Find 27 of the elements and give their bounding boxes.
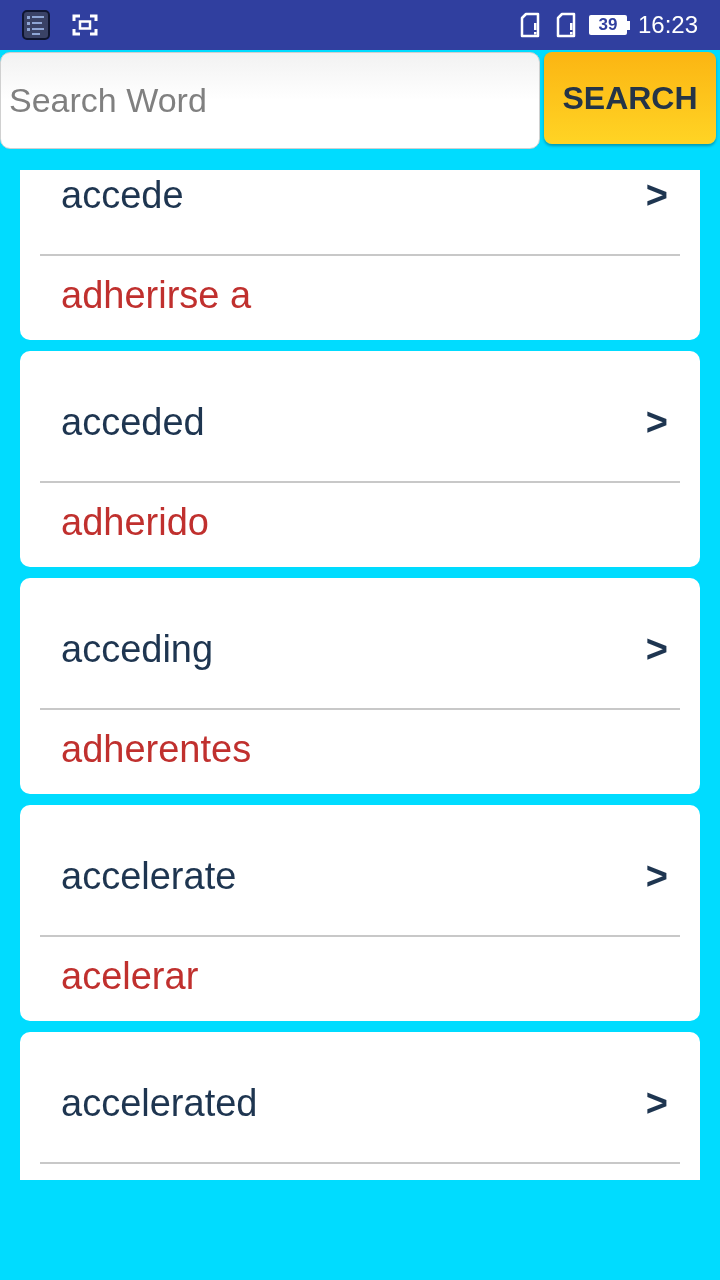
word-card[interactable]: acceded > adherido <box>20 351 700 567</box>
word-card[interactable]: acceding > adherentes <box>20 578 700 794</box>
sim-card-icon <box>518 12 541 38</box>
chevron: > <box>645 176 668 214</box>
english-word: accede <box>61 176 184 214</box>
english-word: accelerate <box>61 857 237 895</box>
chevron: > <box>645 403 668 441</box>
spanish-translation: adherentes <box>61 730 252 768</box>
sim-card-icon <box>554 12 577 38</box>
word-card[interactable]: accelerate > acelerar <box>20 805 700 1021</box>
chevron: > <box>645 857 668 895</box>
english-word: acceded <box>61 403 205 441</box>
english-word: acceding <box>61 630 214 668</box>
word-card[interactable]: accede > adherirse a <box>20 170 700 340</box>
search-button[interactable]: SEARCH <box>544 52 716 144</box>
word-card[interactable]: accelerated > <box>20 1032 700 1180</box>
clock-time: 16:23 <box>637 13 698 37</box>
spanish-translation: adherirse a <box>61 276 252 314</box>
chevron: > <box>645 630 668 668</box>
chevron: > <box>645 1084 668 1122</box>
search-field[interactable]: Search Word <box>0 52 540 149</box>
screenshot-icon <box>72 14 98 36</box>
notes-app-icon <box>22 10 50 40</box>
spanish-translation: acelerar <box>61 957 199 995</box>
battery-level: 39 <box>588 15 627 35</box>
spanish-translation: adherido <box>61 503 209 541</box>
english-word: accelerated <box>61 1084 258 1122</box>
